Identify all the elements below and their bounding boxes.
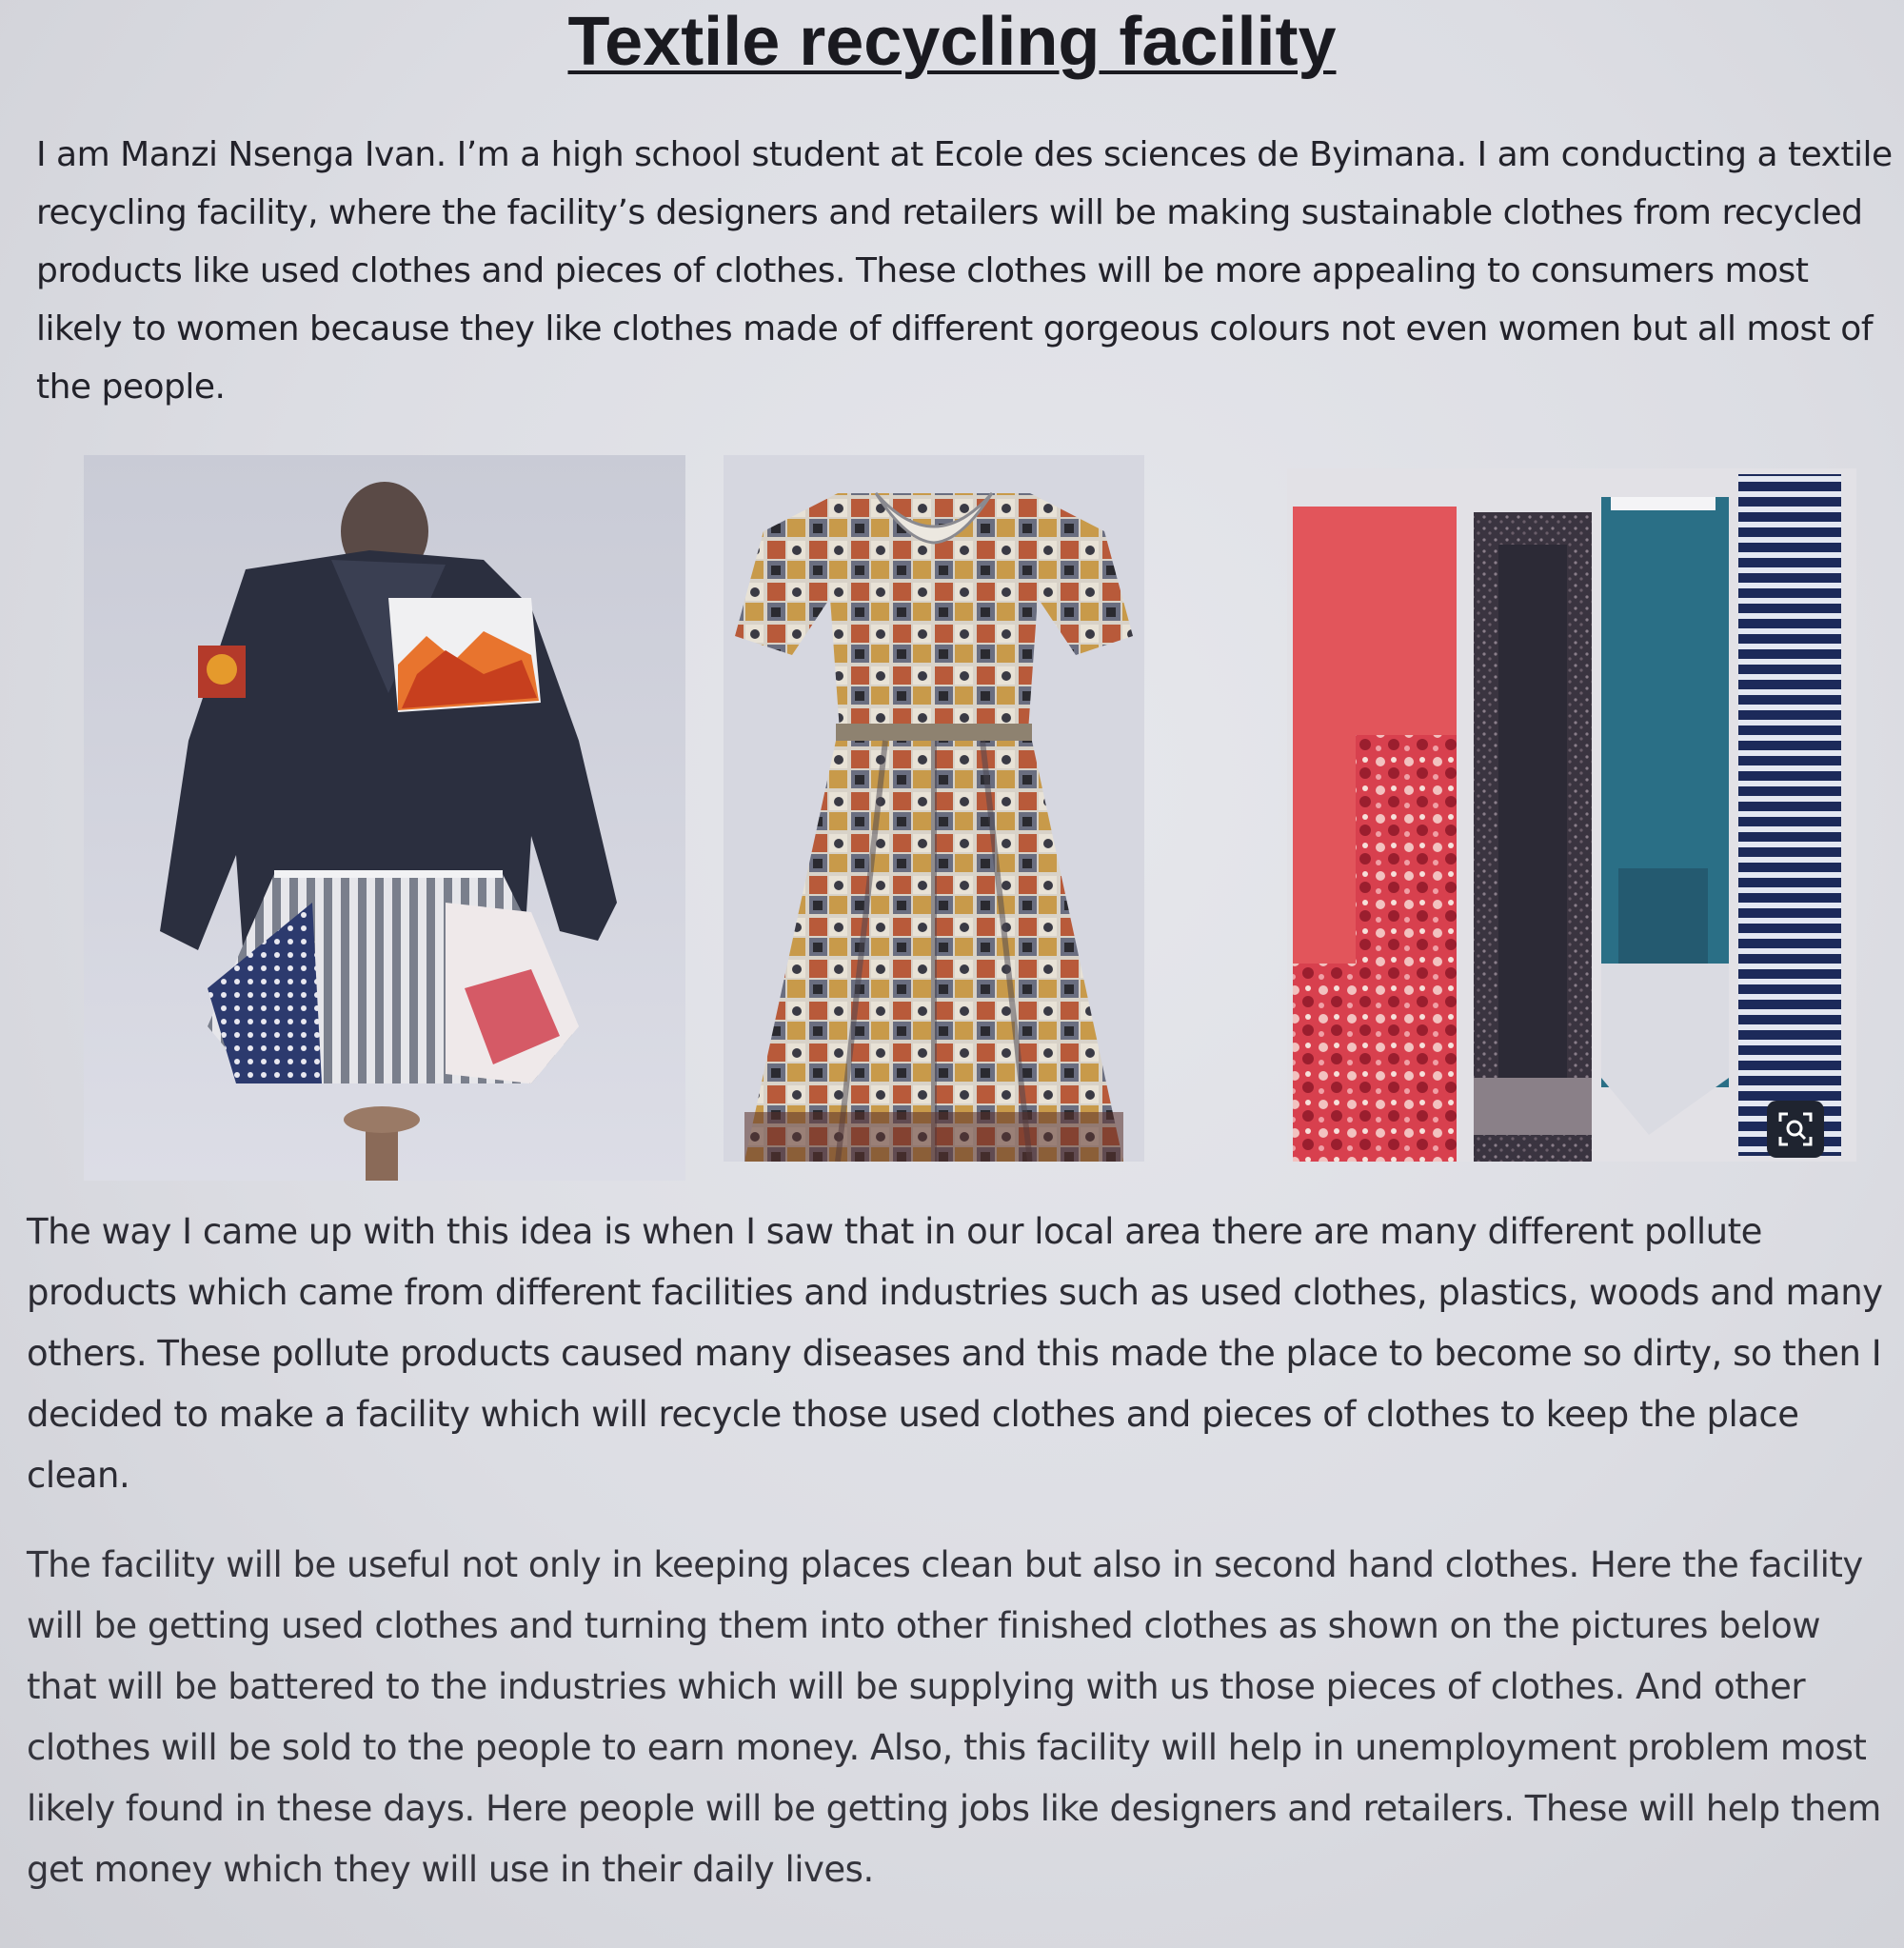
intro-paragraph: I am Manzi Nsenga Ivan. I’m a high schoo… bbox=[36, 135, 1893, 407]
page-title: Textile recycling facility bbox=[0, 2, 1904, 82]
fabric-strips-photo bbox=[1287, 468, 1856, 1162]
page-title-text: Textile recycling facility bbox=[567, 4, 1337, 80]
document-page: Textile recycling facility I am Manzi Ns… bbox=[0, 0, 1904, 1948]
image-search-icon[interactable] bbox=[1767, 1101, 1824, 1158]
comic-print-dress-photo bbox=[724, 455, 1144, 1162]
benefits-paragraph: The facility will be useful not only in … bbox=[27, 1544, 1881, 1890]
patchwork-jacket-photo bbox=[84, 455, 685, 1181]
origin-paragraph: The way I came up with this idea is when… bbox=[27, 1211, 1883, 1496]
